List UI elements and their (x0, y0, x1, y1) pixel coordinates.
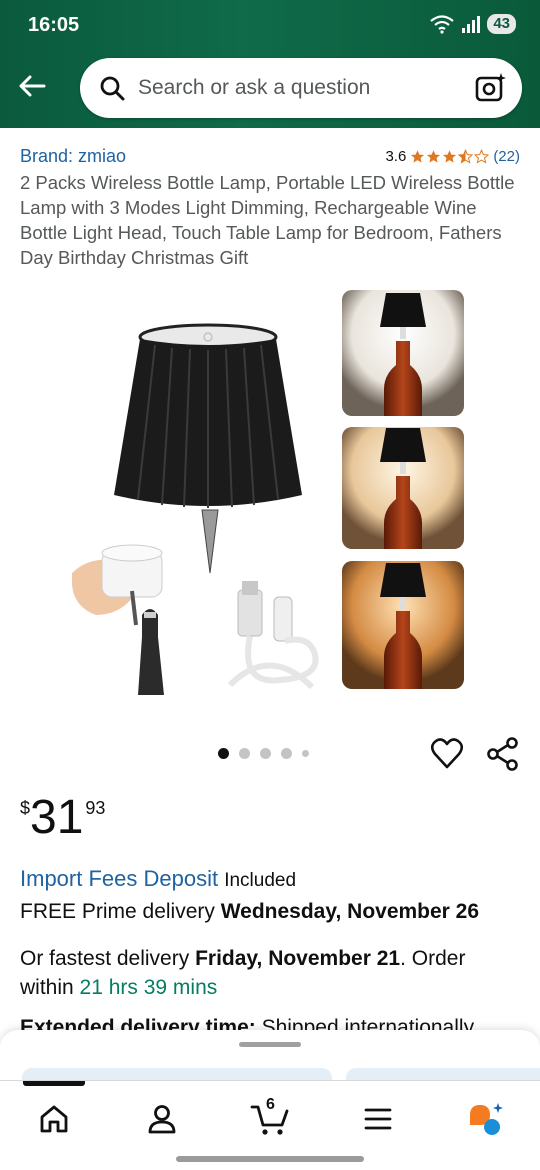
nav-rufus[interactable] (466, 1099, 506, 1139)
share-icon[interactable] (486, 737, 520, 771)
nav-home[interactable] (34, 1099, 74, 1139)
mode-photo-amber (342, 561, 464, 689)
star-full-icon (411, 150, 425, 163)
search-input[interactable] (138, 76, 474, 100)
lamp-shade-main (114, 323, 302, 574)
star-full-icon (427, 150, 441, 163)
price-fraction: 93 (85, 798, 106, 818)
rating-summary[interactable]: 3.6 (22) (385, 148, 520, 165)
order-countdown: 21 hrs 39 mins (79, 976, 218, 999)
nav-menu[interactable] (358, 1099, 398, 1139)
search-icon (100, 76, 125, 101)
rufus-ai-icon (470, 1103, 503, 1135)
pagination-dot-active[interactable] (218, 748, 229, 759)
brand-link[interactable]: Brand: zmiao (20, 146, 126, 167)
price-whole: 31 (30, 791, 84, 844)
brand-rating-row: Brand: zmiao 3.6 (22) (20, 146, 520, 167)
mode-photo-white (342, 290, 464, 416)
usb-cable (227, 581, 319, 690)
status-icons: 43 (429, 14, 516, 34)
sheet-drag-handle[interactable] (239, 1042, 301, 1047)
status-time: 16:05 (28, 14, 80, 36)
home-icon (40, 1105, 68, 1133)
image-pagination (218, 748, 309, 759)
search-bar[interactable] (80, 58, 522, 118)
prime-delivery-date: Wednesday, November 26 (220, 900, 480, 923)
bottom-navigation: 6 (0, 1080, 540, 1152)
fastest-delivery: Or fastest delivery Friday, November 21.… (20, 944, 520, 1002)
pagination-dot[interactable] (302, 750, 309, 757)
nav-account[interactable] (142, 1099, 182, 1139)
back-arrow-icon[interactable] (16, 70, 48, 102)
account-icon (148, 1105, 176, 1134)
cart-count: 6 (266, 1096, 275, 1113)
wifi-icon (430, 15, 455, 34)
camera-search-icon[interactable] (474, 71, 508, 105)
import-fees-status: Included (224, 870, 297, 891)
fastest-delivery-date: Friday, November 21 (195, 947, 401, 970)
rating-value: 3.6 (385, 148, 407, 165)
app-header: 16:05 43 (0, 0, 540, 128)
price: $ 31 93 (20, 792, 105, 844)
star-empty-icon (474, 149, 490, 164)
price-currency: $ (20, 798, 31, 818)
import-fees-row: Import Fees Deposit Included (20, 866, 296, 892)
product-title: 2 Packs Wireless Bottle Lamp, Portable L… (20, 172, 515, 268)
fastest-delivery-label: Or fastest delivery (20, 947, 196, 970)
prime-delivery: FREE Prime delivery Wednesday, November … (20, 900, 479, 924)
pagination-dot[interactable] (260, 748, 271, 759)
product-image[interactable] (60, 285, 480, 695)
system-home-indicator[interactable] (176, 1156, 364, 1162)
rating-count: (22) (493, 148, 520, 165)
battery-level: 43 (487, 14, 516, 34)
pagination-dot[interactable] (239, 748, 250, 759)
nav-cart[interactable]: 6 (250, 1096, 290, 1139)
star-rating (410, 149, 490, 164)
pagination-dot[interactable] (281, 748, 292, 759)
prime-delivery-label: FREE Prime delivery (20, 900, 221, 923)
nav-active-indicator (23, 1081, 85, 1086)
star-full-icon (443, 150, 457, 163)
menu-icon (364, 1108, 392, 1130)
import-fees-link[interactable]: Import Fees Deposit (20, 866, 218, 891)
heart-icon[interactable] (430, 737, 464, 771)
star-half-icon (458, 149, 474, 164)
hand-holding-lamp (72, 544, 164, 695)
mode-photo-warm (342, 427, 464, 549)
signal-icon (462, 16, 481, 33)
